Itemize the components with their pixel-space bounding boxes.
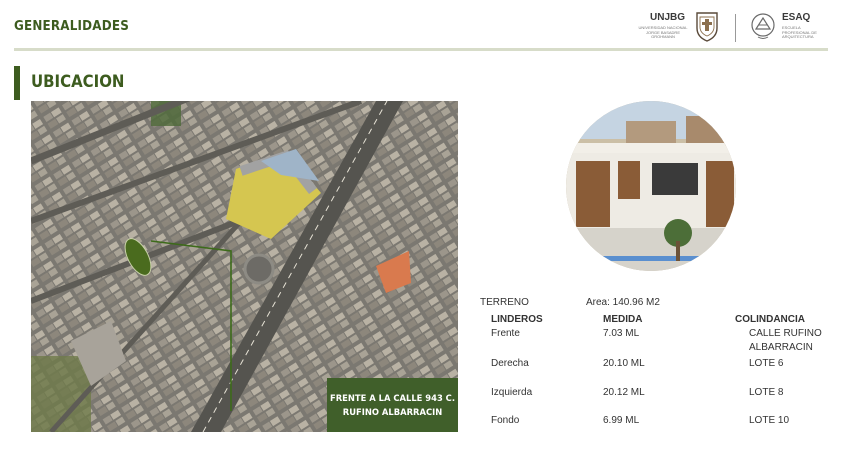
col-header-colindancia: COLINDANCIA <box>735 314 805 325</box>
row-frente-lindero: Frente <box>491 328 520 339</box>
page-header-title: GENERALIDADES <box>14 19 129 34</box>
esaq-logo-subtitle: ESCUELA PROFESIONAL DE ARQUITECTURA <box>782 25 817 40</box>
row-izquierda-colindancia: LOTE 8 <box>749 387 784 398</box>
logo-separator <box>735 14 736 42</box>
esaq-logo: ESAQ ESCUELA PROFESIONAL DE ARQUITECTURA <box>748 9 828 45</box>
col-header-medida: MEDIDA <box>603 314 643 325</box>
row-fondo-lindero: Fondo <box>491 415 520 426</box>
map-caption-line-2: RUFINO ALBARRACIN <box>342 407 443 417</box>
row-frente-colindancia: CALLE RUFINO <box>749 328 822 339</box>
row-derecha-lindero: Derecha <box>491 358 529 369</box>
unjbg-logo-subtitle: UNIVERSIDAD NACIONAL JORGE BASADRE GROHM… <box>638 25 688 40</box>
row-fondo-medida: 6.99 ML <box>603 415 640 426</box>
header-divider <box>14 48 828 51</box>
property-photo <box>566 101 736 271</box>
terreno-label: TERRENO <box>480 297 529 308</box>
section-accent-bar <box>14 66 20 100</box>
area-value: Area: 140.96 M2 <box>586 297 660 308</box>
row-derecha-colindancia: LOTE 6 <box>749 358 784 369</box>
map-caption-line-1: FRENTE A LA CALLE 943 C. <box>329 393 456 403</box>
university-crest-icon <box>696 12 718 42</box>
row-izquierda-medida: 20.12 ML <box>603 387 645 398</box>
satellite-map: FRENTE A LA CALLE 943 C. RUFINO ALBARRAC… <box>31 101 458 432</box>
unjbg-logo-name: UNJBG <box>650 12 686 23</box>
row-derecha-medida: 20.10 ML <box>603 358 645 369</box>
property-photo-image <box>566 101 736 271</box>
col-header-linderos: LINDEROS <box>491 314 543 325</box>
row-izquierda-lindero: Izquierda <box>491 387 533 398</box>
section-title: UBICACION <box>31 72 125 92</box>
row-frente-colindancia-line2: ALBARRACIN <box>749 342 813 353</box>
row-fondo-colindancia: LOTE 10 <box>749 415 790 426</box>
esaq-logo-name: ESAQ <box>782 12 811 23</box>
map-caption: FRENTE A LA CALLE 943 C. RUFINO ALBARRAC… <box>327 378 458 432</box>
esaq-emblem-icon <box>751 13 775 39</box>
row-frente-medida: 7.03 ML <box>603 328 640 339</box>
